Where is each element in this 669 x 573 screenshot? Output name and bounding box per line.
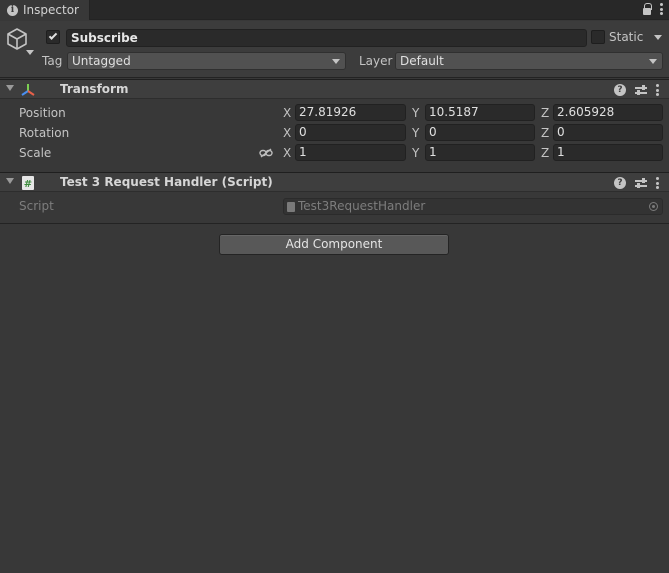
kebab-menu-icon[interactable]: [656, 83, 659, 97]
rotation-z-input[interactable]: 0: [553, 124, 663, 141]
lock-icon[interactable]: [642, 2, 652, 16]
scale-x-input[interactable]: 1: [295, 144, 406, 161]
position-y-input[interactable]: 10.5187: [425, 104, 535, 121]
axis-x-label[interactable]: X: [283, 126, 291, 140]
rotation-label: Rotation: [19, 126, 70, 140]
axis-y-label[interactable]: Y: [412, 106, 419, 120]
icon-dropdown-arrow-icon[interactable]: [26, 50, 34, 55]
axis-x-label[interactable]: X: [283, 146, 291, 160]
tag-label: Tag: [42, 54, 63, 68]
cube-icon[interactable]: [5, 27, 29, 51]
foldout-arrow-icon[interactable]: [6, 178, 14, 184]
tab-inspector[interactable]: i Inspector: [0, 0, 90, 20]
axis-x-label[interactable]: X: [283, 106, 291, 120]
script-component-actions: ?: [614, 176, 659, 190]
layer-dropdown[interactable]: Default: [395, 52, 663, 70]
script-object-field[interactable]: Test3RequestHandler: [283, 198, 663, 215]
constrain-proportions-icon[interactable]: [259, 148, 273, 158]
info-icon: i: [7, 4, 18, 16]
rotation-y-input[interactable]: 0: [425, 124, 535, 141]
object-picker-icon[interactable]: [649, 202, 658, 211]
tag-dropdown[interactable]: Untagged: [67, 52, 346, 70]
tab-strip: i Inspector: [0, 0, 669, 20]
axis-z-label[interactable]: Z: [541, 146, 549, 160]
axis-z-label[interactable]: Z: [541, 126, 549, 140]
script-label: Script: [19, 199, 54, 213]
script-component-header[interactable]: # Test 3 Request Handler (Script) ?: [0, 172, 669, 192]
transform-actions: ?: [614, 83, 659, 97]
layer-label: Layer: [359, 54, 393, 68]
checkmark-icon: [48, 31, 58, 40]
transform-header[interactable]: Transform ?: [0, 79, 669, 99]
help-icon[interactable]: ?: [614, 84, 626, 96]
active-checkbox[interactable]: [46, 30, 60, 44]
svg-text:#: #: [24, 179, 32, 190]
kebab-menu-icon[interactable]: [656, 176, 659, 190]
csharp-script-icon: #: [22, 176, 34, 190]
scale-y-input[interactable]: 1: [425, 144, 535, 161]
help-icon[interactable]: ?: [614, 177, 626, 189]
axis-y-label[interactable]: Y: [412, 126, 419, 140]
inspector-window: i Inspector Subscribe Static Tag Untagge…: [0, 0, 669, 573]
tab-label: Inspector: [23, 3, 79, 17]
script-file-icon: [287, 202, 295, 212]
position-label: Position: [19, 106, 66, 120]
position-x-input[interactable]: 27.81926: [295, 104, 406, 121]
divider: [0, 223, 669, 224]
kebab-menu-icon[interactable]: [660, 2, 663, 16]
scale-label: Scale: [19, 146, 52, 160]
transform-axes-icon: [21, 84, 35, 96]
axis-y-label[interactable]: Y: [412, 146, 419, 160]
tag-value: Untagged: [72, 54, 131, 68]
axis-z-label[interactable]: Z: [541, 106, 549, 120]
static-label: Static: [609, 30, 644, 44]
tab-actions: [642, 2, 663, 16]
scale-z-input[interactable]: 1: [553, 144, 663, 161]
static-checkbox[interactable]: [591, 30, 605, 44]
gameobject-header: Subscribe Static Tag Untagged Layer Defa…: [0, 21, 669, 78]
foldout-arrow-icon[interactable]: [6, 85, 14, 91]
chevron-down-icon: [649, 59, 657, 64]
object-name-input[interactable]: Subscribe: [66, 29, 587, 47]
transform-title: Transform: [60, 82, 129, 96]
add-component-button[interactable]: Add Component: [219, 234, 449, 255]
script-value: Test3RequestHandler: [298, 199, 426, 213]
static-dropdown-arrow-icon[interactable]: [654, 35, 662, 40]
presets-icon[interactable]: [635, 177, 647, 189]
presets-icon[interactable]: [635, 84, 647, 96]
layer-value: Default: [400, 54, 444, 68]
script-component-title: Test 3 Request Handler (Script): [60, 175, 273, 189]
position-z-input[interactable]: 2.605928: [553, 104, 663, 121]
chevron-down-icon: [332, 59, 340, 64]
rotation-x-input[interactable]: 0: [295, 124, 406, 141]
